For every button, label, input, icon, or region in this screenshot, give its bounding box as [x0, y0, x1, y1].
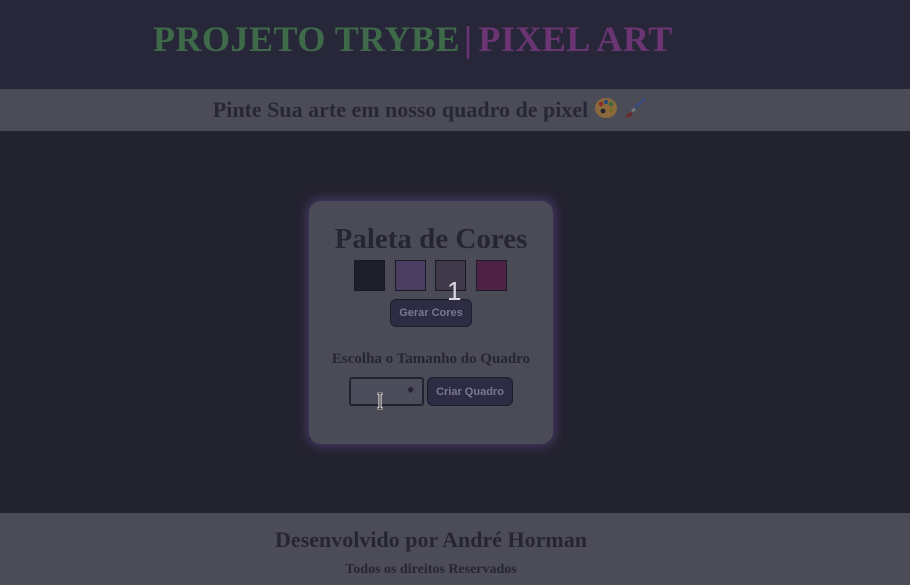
spinner-icon[interactable]: ◆ — [407, 385, 414, 395]
text-cursor-icon — [377, 392, 383, 410]
palette-title: Paleta de Cores — [334, 223, 528, 255]
page-title: PROJETO TRYBE | PIXEL ART — [153, 18, 673, 60]
color-swatch-1[interactable] — [354, 260, 385, 291]
footer-subtitle: Todos os direitos Reservados — [345, 562, 517, 577]
board-size-label: Escolha o Tamanho do Quadro — [331, 351, 531, 367]
title-separator: | — [463, 19, 473, 59]
palette-icon — [594, 98, 617, 118]
subtitle: Pinte Sua arte em nosso quadro de pixel — [0, 96, 860, 123]
footer-title: Desenvolvido por André Horman — [275, 527, 587, 552]
click-counter-badge: 1 — [447, 276, 462, 306]
board-size-input[interactable]: ◆ — [349, 377, 424, 406]
color-swatch-2[interactable] — [395, 260, 426, 291]
title-part-pixel-art: PIXEL ART — [478, 19, 673, 59]
paintbrush-icon — [626, 97, 646, 118]
create-board-button[interactable]: Criar Quadro — [427, 377, 513, 406]
subtitle-text: Pinte Sua arte em nosso quadro de pixel — [212, 97, 589, 122]
title-part-projeto-trybe: PROJETO TRYBE — [153, 19, 460, 59]
color-swatch-4[interactable] — [476, 260, 507, 291]
palette-card: Paleta de Cores Gerar Cores 1 Escolha o … — [309, 201, 553, 444]
